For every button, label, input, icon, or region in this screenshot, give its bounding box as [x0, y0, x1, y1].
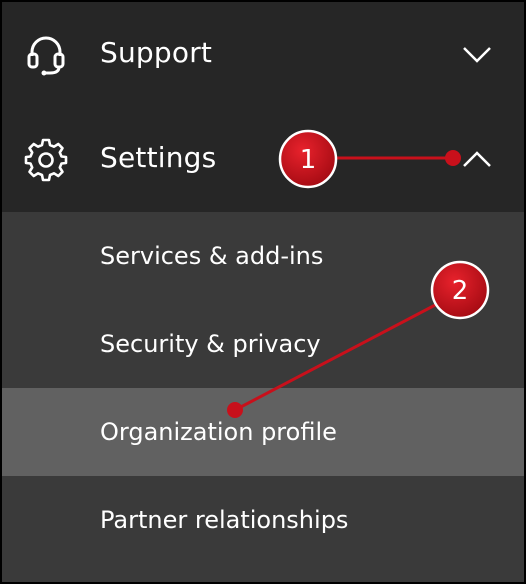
- gear-icon: [24, 138, 68, 182]
- nav-item-support-label: Support: [100, 36, 213, 69]
- submenu-item-label: Organization profile: [100, 418, 337, 446]
- nav-item-settings[interactable]: Settings: [2, 106, 524, 212]
- submenu-item-organization-profile[interactable]: Organization profile: [2, 388, 524, 476]
- submenu-item-label: Services & add-ins: [100, 242, 324, 270]
- submenu-item-label: Security & privacy: [100, 330, 321, 358]
- admin-nav-panel: Support Settings Services & add-ins Secu…: [0, 0, 526, 584]
- chevron-up-icon[interactable]: [462, 150, 492, 168]
- nav-item-settings-label: Settings: [100, 141, 217, 174]
- settings-submenu: Services & add-ins Security & privacy Or…: [2, 212, 524, 582]
- nav-item-support[interactable]: Support: [2, 2, 524, 106]
- submenu-item-services-add-ins[interactable]: Services & add-ins: [2, 212, 524, 300]
- chevron-down-icon[interactable]: [462, 46, 492, 64]
- submenu-item-partner-relationships[interactable]: Partner relationships: [2, 476, 524, 564]
- submenu-item-label: Partner relationships: [100, 506, 349, 534]
- headset-icon: [27, 36, 65, 76]
- submenu-item-security-privacy[interactable]: Security & privacy: [2, 300, 524, 388]
